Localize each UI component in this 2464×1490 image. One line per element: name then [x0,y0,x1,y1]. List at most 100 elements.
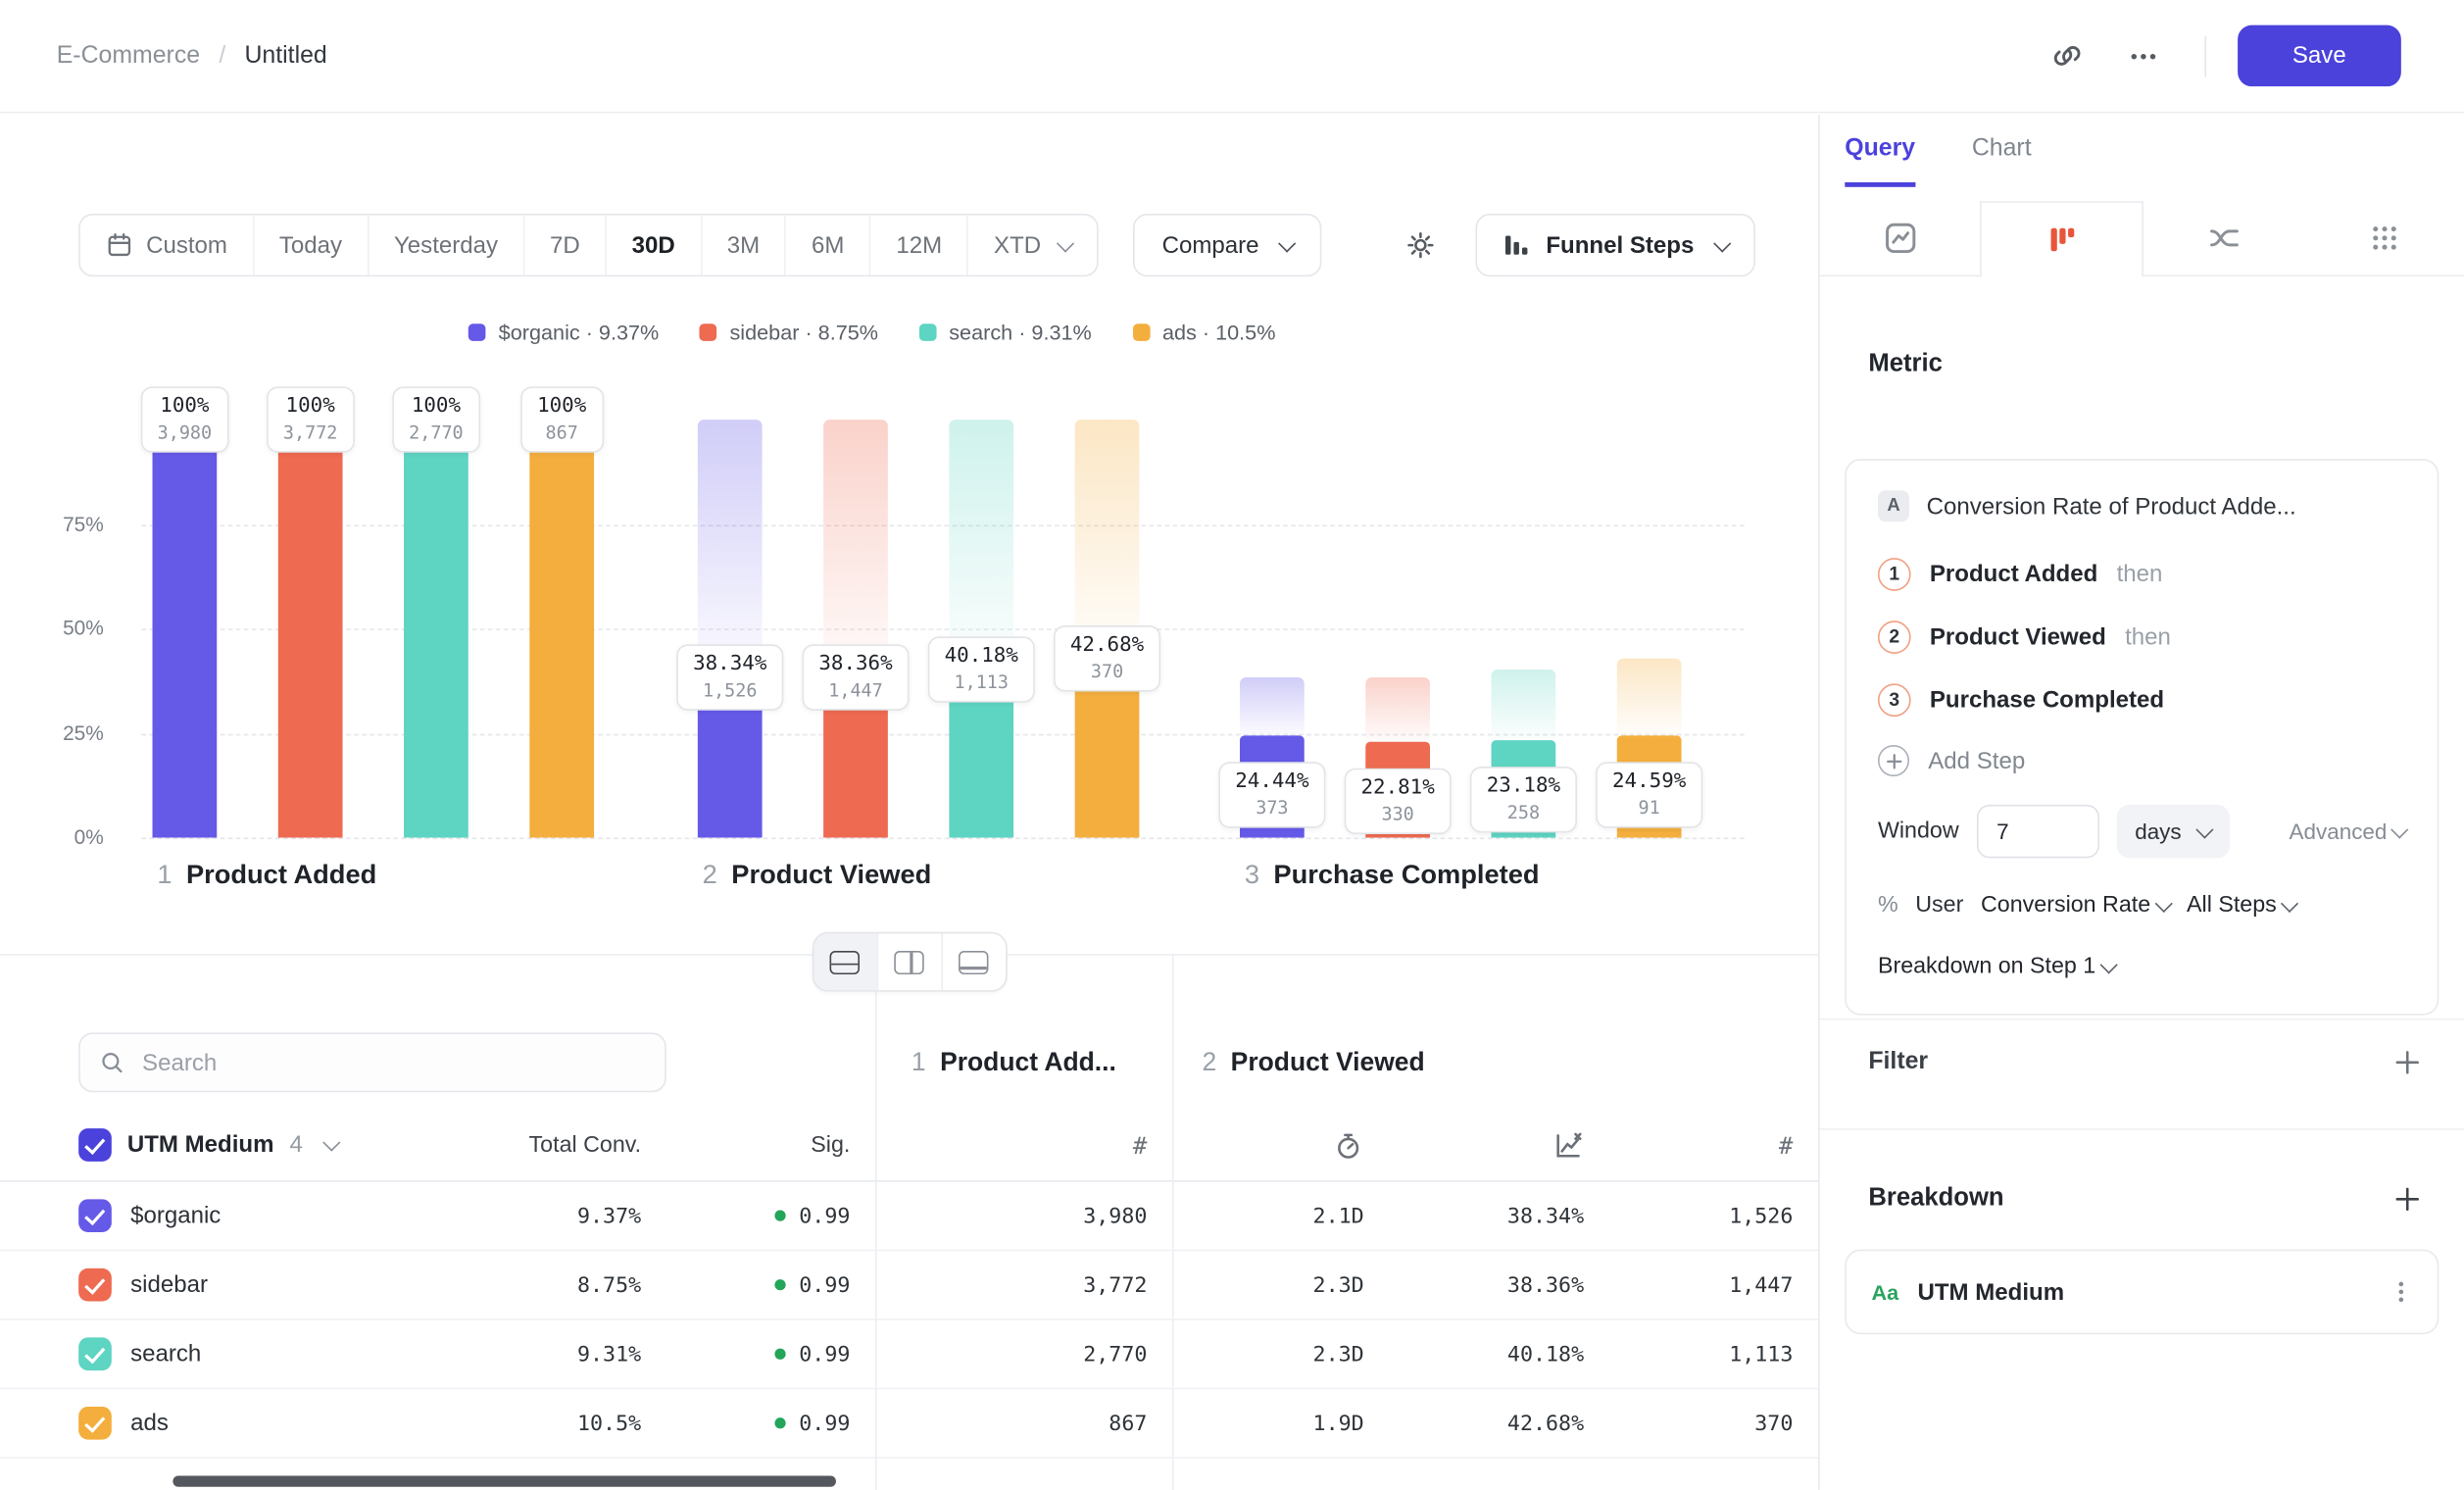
breakdown-item[interactable]: Aa UTM Medium [1845,1250,2439,1335]
search-input[interactable] [139,1048,646,1077]
measurement-row: % User Conversion Rate All Steps [1878,881,2406,928]
sig-value: 0.99 [799,1203,850,1228]
measure-entity[interactable]: User [1915,893,1963,919]
range-7d[interactable]: 7D [523,216,606,275]
step-number-badge: 1 [1878,557,1911,590]
range-6m[interactable]: 6M [785,216,869,275]
range-12m[interactable]: 12M [869,216,967,275]
funnel-bar-converted [404,420,468,837]
horizontal-scrollbar-thumb[interactable] [172,1475,836,1486]
compare-button[interactable]: Compare [1134,214,1322,276]
legend-item[interactable]: $organic · 9.37% [468,321,659,344]
sig-column-header[interactable]: Sig. [641,1132,850,1158]
row-checkbox[interactable] [78,1268,112,1302]
funnel-bar[interactable] [404,420,468,837]
legend-item[interactable]: ads · 10.5% [1132,321,1275,344]
chart-type-segmentation-tab[interactable] [2303,201,2464,276]
select-all-checkbox[interactable] [78,1128,112,1162]
measure-type-select[interactable]: Conversion Rate [1981,893,2169,919]
table-header-row: UTM Medium 4 Total Conv. Sig. # [0,1110,1818,1182]
step-number: 2 [703,860,717,889]
metric-step[interactable]: 2Product Viewedthen [1878,605,2406,668]
view-type-selector[interactable]: Funnel Steps [1475,214,1755,276]
layout-chart-only-button[interactable] [941,933,1006,990]
metric-letter-badge: A [1878,490,1909,522]
legend-label: ads · 10.5% [1162,321,1276,344]
funnel-bar[interactable] [529,420,594,837]
window-value-input[interactable] [1976,805,2098,859]
bar-count: 3,772 [283,422,338,443]
layout-toggle [812,932,1007,992]
copy-link-button[interactable] [2038,25,2097,85]
plus-circle-icon [1878,745,1909,776]
add-step-button[interactable]: Add Step [1878,731,2406,791]
layout-split-vertical-button[interactable] [876,933,941,990]
chart-settings-button[interactable] [1391,216,1451,275]
avg-time-cell: 2.1D [1147,1203,1363,1228]
range-xtd[interactable]: XTD [967,216,1098,275]
bar-value-label: 38.34%1,526 [675,644,784,710]
bar-count: 1,447 [818,679,892,701]
step1-count-cell: 3,772 [850,1272,1147,1298]
table-step1-header: 1 Product Add... [912,1042,1116,1083]
advanced-button[interactable]: Advanced [2290,819,2406,844]
tab-query[interactable]: Query [1845,135,1915,187]
row-checkbox[interactable] [78,1407,112,1440]
row-checkbox[interactable] [78,1199,112,1232]
range-today[interactable]: Today [253,216,368,275]
bar-value-label: 40.18%1,113 [927,637,1036,703]
chart-type-flows-tab[interactable] [2144,201,2304,276]
bar-percent: 24.44% [1235,770,1308,793]
step2-count-cell: 1,526 [1584,1203,1793,1228]
breakdown-scope-select[interactable]: Breakdown on Step 1 [1878,945,2406,989]
chart-type-insights-tab[interactable] [1820,201,1981,276]
chart-type-funnel-tab[interactable] [1980,201,2144,276]
breadcrumb-project[interactable]: E-Commerce [57,41,200,70]
count2-column-header[interactable]: # [1584,1131,1793,1160]
conv-rate-column-header[interactable] [1364,1129,1584,1161]
legend-item[interactable]: search · 9.31% [919,321,1092,344]
report-title[interactable]: Untitled [244,41,326,70]
breakdown-section: Breakdown [1868,1177,2420,1221]
bar-count: 373 [1235,797,1308,819]
window-label: Window [1878,819,1959,844]
report-canvas: Custom TodayYesterday7D30D3M 6M 12M XTD Comp… [0,115,1818,1490]
legend-label: sidebar · 8.75% [729,321,878,344]
range-3m[interactable]: 3M [700,216,784,275]
range-label: Custom [146,231,227,258]
window-unit-select[interactable]: days [2116,805,2230,859]
avg-time-column-header[interactable] [1147,1129,1363,1161]
range-label: XTD [994,231,1041,258]
range-custom[interactable]: Custom [80,216,253,275]
add-filter-button[interactable] [2394,1050,2420,1075]
funnel-bar[interactable] [698,420,763,837]
metric-title[interactable]: Conversion Rate of Product Adde... [1927,493,2296,520]
total-conv-column-header[interactable]: Total Conv. [424,1132,641,1158]
hash-icon: # [1133,1131,1147,1160]
count-column-header[interactable]: # [850,1131,1147,1160]
plus-icon [2394,1050,2420,1075]
funnel-bar[interactable] [153,420,218,837]
tab-chart[interactable]: Chart [1972,135,2032,187]
breakdown-item-menu-button[interactable] [2387,1277,2415,1306]
chevron-down-icon[interactable] [322,1134,340,1152]
save-button[interactable]: Save [2238,25,2401,87]
breakdown-column-label[interactable]: UTM Medium [127,1131,274,1158]
range-yesterday[interactable]: Yesterday [368,216,523,275]
more-options-button[interactable] [2113,25,2173,85]
funnel-bar[interactable] [949,420,1013,837]
funnel-bar[interactable] [278,420,343,837]
legend-item[interactable]: sidebar · 8.75% [700,321,878,344]
range-label: 12M [896,231,942,258]
funnel-bar[interactable] [823,420,888,837]
metric-step[interactable]: 1Product Addedthen [1878,542,2406,605]
layout-split-horizontal-button[interactable] [813,933,876,990]
chevron-down-icon [2390,820,2408,838]
step-axis-label: 2Product Viewed [703,860,932,891]
range-label: 6M [812,231,844,258]
range-30d[interactable]: 30D [605,216,700,275]
row-checkbox[interactable] [78,1337,112,1370]
add-breakdown-button[interactable] [2394,1186,2420,1212]
metric-step[interactable]: 3Purchase Completed [1878,668,2406,730]
measure-scope-select[interactable]: All Steps [2187,893,2295,919]
